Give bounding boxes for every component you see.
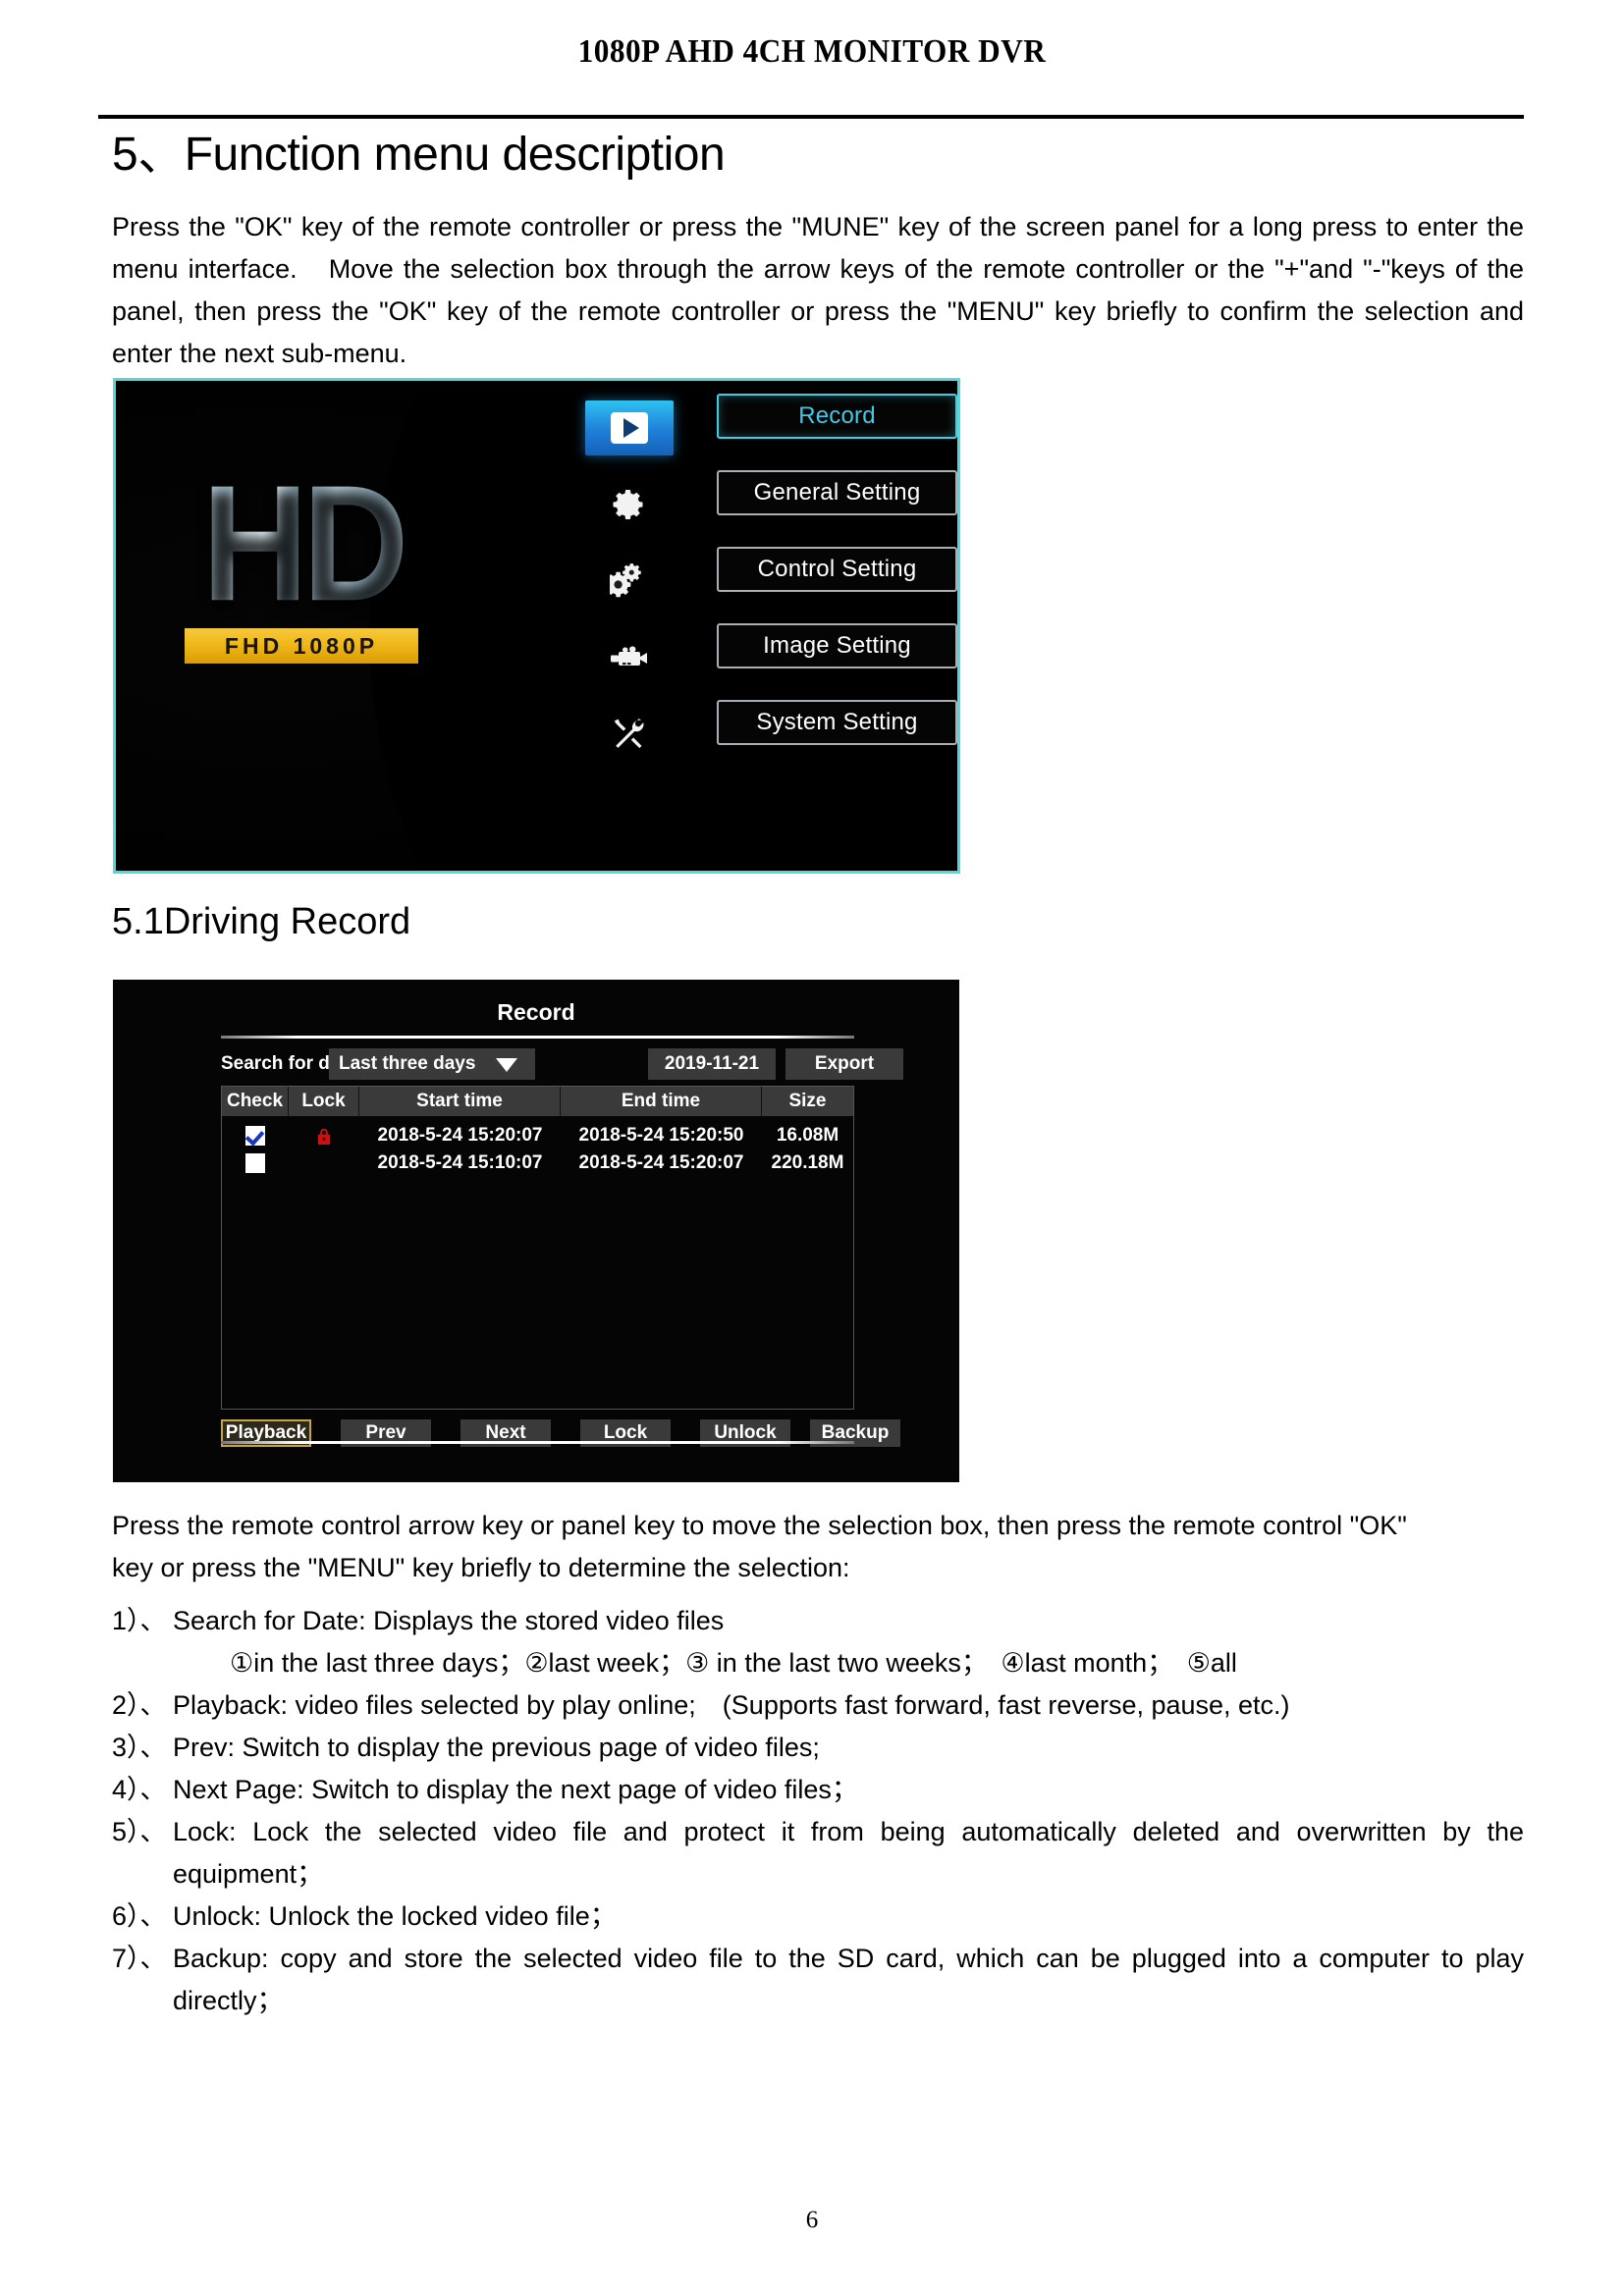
chevron-down-icon [496, 1058, 517, 1072]
column-header-check: Check [222, 1087, 289, 1116]
section-intro-paragraph: Press the "OK" key of the remote control… [112, 212, 1524, 368]
main-menu-screenshot: HD FHD 1080P Record General Setting Cont… [113, 378, 960, 874]
gear-icon[interactable] [585, 477, 674, 532]
list-item: 2）、 Playback: video files selected by pl… [112, 1684, 1524, 1727]
list-item-label: Search for Date: Displays the stored vid… [173, 1606, 725, 1635]
running-head: 1080P AHD 4CH MONITOR DVR [577, 33, 1047, 70]
list-item-label: ①in the last three days；②last week；③ in … [230, 1648, 1237, 1678]
row-start-time: 2018-5-24 15:20:07 [377, 1125, 543, 1146]
list-item-label: Prev: Switch to display the previous pag… [173, 1733, 820, 1762]
camcorder-icon[interactable] [585, 630, 674, 685]
date-range-dropdown[interactable]: Last three days [329, 1048, 535, 1080]
list-item-marker: 3）、 [112, 1733, 167, 1762]
list-item-label: Playback: video files selected by play o… [173, 1690, 1290, 1720]
subsection-title: 5.1Driving Record [112, 901, 411, 942]
list-item-marker: 2）、 [112, 1690, 167, 1720]
list-item: 3）、 Prev: Switch to display the previous… [112, 1727, 1524, 1769]
row-lock-cell [289, 1151, 359, 1175]
record-table-header: Check Lock Start time End time Size [222, 1087, 853, 1116]
list-item-marker: 5）、 [112, 1817, 167, 1846]
list-item-label: Lock: Lock the selected video file and p… [173, 1817, 1524, 1889]
column-header-size: Size [788, 1091, 827, 1111]
row-check-cell[interactable] [222, 1124, 289, 1148]
column-header-start-time: Start time [359, 1087, 561, 1116]
record-list-screenshot: Record Search for date Last three days 2… [113, 980, 959, 1482]
table-row[interactable]: 2018-5-24 15:20:07 2018-5-24 15:20:50 16… [222, 1124, 853, 1148]
date-range-dropdown-value: Last three days [339, 1053, 476, 1074]
record-table: Check Lock Start time End time Size 2018… [221, 1086, 854, 1410]
record-search-row: Search for date Last three days 2019-11-… [221, 1048, 903, 1080]
row-end-time: 2018-5-24 15:20:07 [578, 1152, 744, 1173]
menu-button-system-setting[interactable]: System Setting [717, 700, 957, 745]
list-item-label: Backup: copy and store the selected vide… [173, 1944, 1524, 2015]
menu-button-record[interactable]: Record [717, 394, 957, 439]
row-check-cell[interactable] [222, 1151, 289, 1175]
checkbox-checked-icon[interactable] [245, 1126, 265, 1146]
table-row[interactable]: 2018-5-24 15:10:07 2018-5-24 15:20:07 22… [222, 1151, 853, 1175]
list-item: 4）、 Next Page: Switch to display the nex… [112, 1769, 1524, 1811]
header-rule [98, 115, 1524, 119]
list-item-marker: 4）、 [112, 1775, 167, 1804]
menu-icon-rail [585, 381, 674, 871]
list-item: 7）、 Backup: copy and store the selected … [112, 1938, 1524, 2022]
list-item-label: Next Page: Switch to display the next pa… [173, 1775, 858, 1804]
menu-button-control-setting[interactable]: Control Setting [717, 547, 957, 592]
export-button[interactable]: Export [785, 1048, 903, 1080]
double-gear-icon[interactable] [585, 554, 674, 609]
row-end-time: 2018-5-24 15:20:50 [578, 1125, 744, 1146]
row-size: 220.18M [771, 1152, 844, 1173]
row-start-time: 2018-5-24 15:10:07 [377, 1152, 543, 1173]
lock-icon [317, 1128, 331, 1145]
list-item: 1）、 Search for Date: Displays the stored… [112, 1600, 1524, 1642]
play-icon[interactable] [585, 400, 674, 455]
tools-icon[interactable] [585, 707, 674, 762]
row-size: 16.08M [776, 1125, 839, 1146]
page-number: 6 [805, 2207, 819, 2233]
menu-button-general-setting[interactable]: General Setting [717, 470, 957, 515]
list-item-marker: 6）、 [112, 1901, 167, 1931]
column-header-end-time: End time [561, 1087, 762, 1116]
menu-button-image-setting[interactable]: Image Setting [717, 623, 957, 668]
subsection-intro-paragraph: Press the remote control arrow key or pa… [112, 1511, 1407, 1582]
record-panel-title: Record [497, 999, 575, 1025]
date-field[interactable]: 2019-11-21 [648, 1048, 776, 1080]
row-lock-cell [289, 1124, 359, 1148]
list-item-marker: 7）、 [112, 1944, 167, 1973]
record-top-divider [221, 1036, 854, 1039]
column-header-lock: Lock [289, 1087, 359, 1116]
checkbox-unchecked-icon[interactable] [245, 1153, 265, 1173]
list-item: ①in the last three days；②last week；③ in … [112, 1642, 1524, 1684]
list-item: 6）、 Unlock: Unlock the locked video file… [112, 1896, 1524, 1938]
record-bottom-divider [221, 1441, 854, 1444]
feature-list: 1）、 Search for Date: Displays the stored… [112, 1600, 1524, 2022]
document-page: 1080P AHD 4CH MONITOR DVR 5、Function men… [0, 0, 1624, 2296]
page-title: 5、Function menu description [112, 129, 726, 181]
list-item-label: Unlock: Unlock the locked video file； [173, 1901, 617, 1931]
fhd-1080p-badge: FHD 1080P [185, 628, 418, 664]
hd-logo: HD [185, 460, 420, 625]
list-item: 5）、 Lock: Lock the selected video file a… [112, 1811, 1524, 1896]
list-item-marker: 1）、 [112, 1606, 167, 1635]
